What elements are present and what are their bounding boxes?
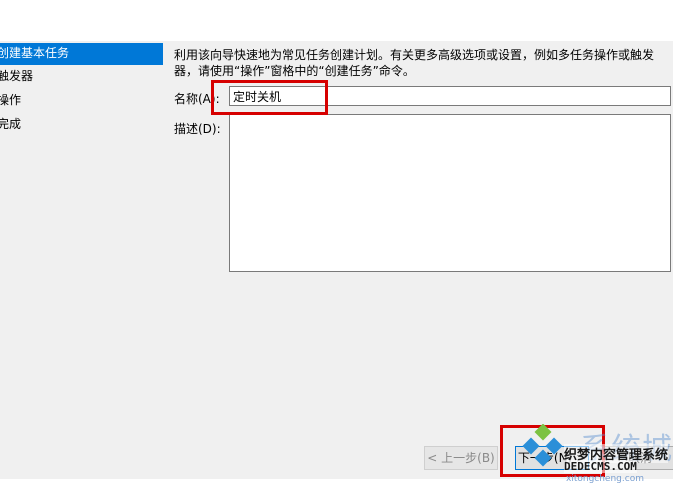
step-trigger[interactable]: 触发器 xyxy=(0,65,163,89)
wizard-steps: 创建基本任务 触发器 操作 完成 xyxy=(0,43,163,137)
intro-text: 利用该向导快速地为常见任务创建计划。有关更多高级选项或设置，例如多任务操作或触发… xyxy=(174,47,664,79)
watermark-line-2: DEDECMS.COM xyxy=(564,460,637,473)
step-label: 创建基本任务 xyxy=(0,46,70,60)
step-action[interactable]: 操作 xyxy=(0,89,163,113)
step-finish[interactable]: 完成 xyxy=(0,113,163,137)
watermark-line-3: xitongcheng.com xyxy=(566,474,644,484)
intro-line-2: 器，请使用“操作”窗格中的“创建任务”命令。 xyxy=(174,64,415,78)
step-label: 操作 xyxy=(0,93,22,107)
watermark-logo-icon xyxy=(522,424,563,467)
step-label: 触发器 xyxy=(0,69,34,83)
step-label: 完成 xyxy=(0,117,22,131)
description-label: 描述(D): xyxy=(174,122,221,136)
watermark: 系统城 织梦内容管理系统 DEDECMS.COM xitongcheng.com xyxy=(520,424,673,484)
top-area xyxy=(0,0,673,41)
step-create-basic-task[interactable]: 创建基本任务 xyxy=(0,43,163,65)
back-button[interactable]: < 上一步(B) xyxy=(424,446,498,470)
intro-line-1: 利用该向导快速地为常见任务创建计划。有关更多高级选项或设置，例如多任务操作或触发 xyxy=(174,48,655,62)
highlight-name-box xyxy=(211,80,328,115)
description-textarea[interactable] xyxy=(229,114,671,272)
